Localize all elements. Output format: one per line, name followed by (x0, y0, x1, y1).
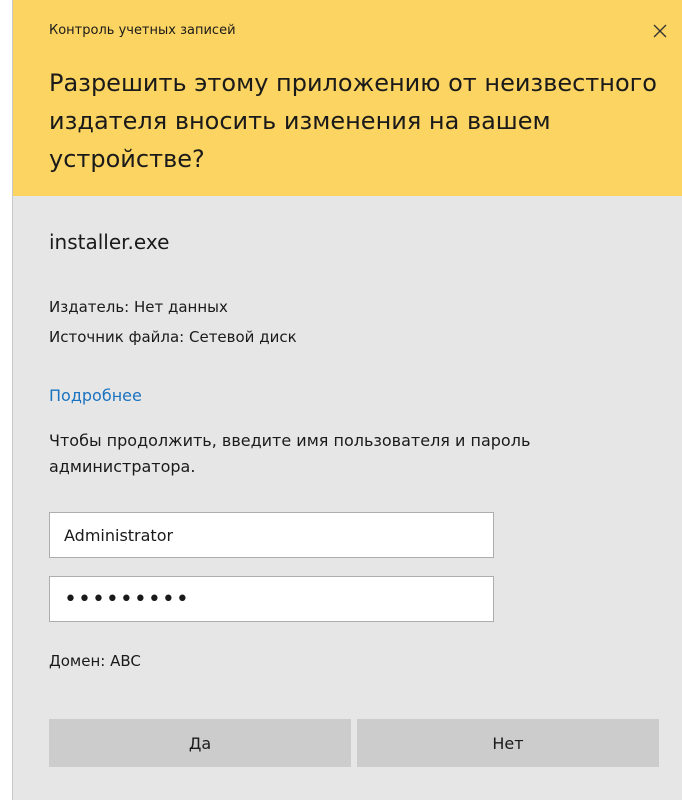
dialog-caption: Контроль учетных записей (49, 23, 236, 38)
password-field[interactable] (49, 576, 494, 622)
details-link[interactable]: Подробнее (49, 386, 142, 405)
file-source-info: Источник файла: Сетевой диск (49, 328, 297, 346)
credentials-prompt: Чтобы продолжить, введите имя пользовате… (49, 431, 531, 476)
username-field[interactable] (49, 512, 494, 558)
dialog-header: Контроль учетных записей Разрешить этому… (13, 0, 682, 196)
domain-label: Домен: ABC (49, 652, 141, 670)
close-button[interactable] (640, 16, 680, 48)
yes-button[interactable]: Да (49, 719, 351, 767)
no-button[interactable]: Нет (357, 719, 659, 767)
close-icon (653, 23, 667, 42)
app-name: installer.exe (49, 230, 170, 254)
uac-dialog: Контроль учетных записей Разрешить этому… (12, 0, 682, 800)
dialog-question: Разрешить этому приложению от неизвестно… (49, 69, 657, 173)
publisher-info: Издатель: Нет данных (49, 298, 228, 316)
